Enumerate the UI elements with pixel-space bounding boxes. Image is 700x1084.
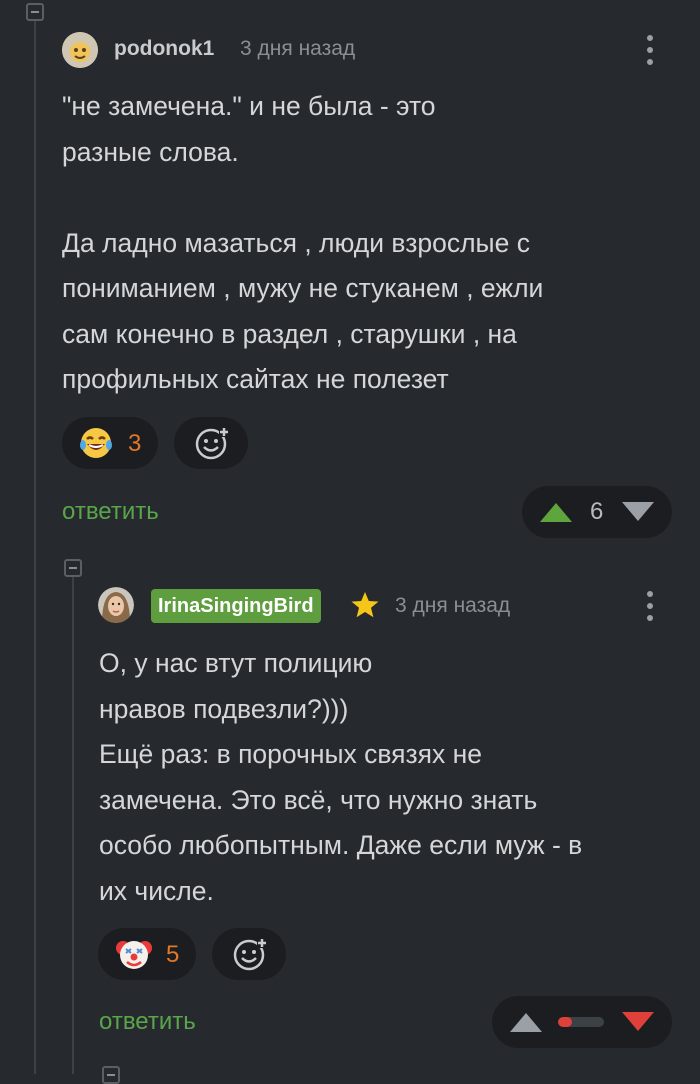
- comment-text: О, у нас втут полицию нравов подвезли?))…: [99, 648, 583, 906]
- upvote-icon[interactable]: [538, 500, 574, 524]
- username[interactable]: podonok1: [114, 37, 214, 61]
- reaction-count: 5: [166, 941, 180, 968]
- collapse-thread-button[interactable]: [26, 3, 44, 21]
- add-reaction-button[interactable]: [212, 928, 286, 980]
- reply-link[interactable]: ответить: [62, 498, 159, 526]
- collapse-thread-button[interactable]: [102, 1066, 120, 1084]
- reply-link[interactable]: ответить: [99, 1008, 196, 1036]
- avatar[interactable]: [62, 32, 98, 68]
- vote-box: [492, 996, 672, 1048]
- add-emoji-icon: [195, 427, 229, 460]
- username[interactable]: IrinaSingingBird: [151, 589, 321, 623]
- star-icon: [351, 592, 379, 618]
- downvote-icon[interactable]: [620, 1010, 656, 1034]
- rating-bar: [558, 1017, 604, 1027]
- add-reaction-button[interactable]: [174, 417, 248, 469]
- comment-time[interactable]: 3 дня назад: [240, 37, 355, 61]
- downvote-icon[interactable]: [620, 500, 656, 524]
- avatar-image: [98, 587, 134, 623]
- clown-emoji: [116, 941, 152, 969]
- comment-time[interactable]: 3 дня назад: [395, 594, 510, 618]
- collapse-thread-button[interactable]: [64, 559, 82, 577]
- laughing-tears-emoji: [80, 428, 112, 458]
- more-options-icon[interactable]: [640, 32, 660, 68]
- add-emoji-icon: [233, 938, 267, 971]
- reaction-button[interactable]: 3: [62, 417, 158, 469]
- thread-line-reply: [72, 576, 74, 1074]
- rating-bar-fill: [558, 1017, 572, 1027]
- more-options-icon[interactable]: [640, 588, 660, 624]
- comment-text: "не замечена." и не была - это разные сл…: [62, 91, 544, 394]
- reaction-count: 3: [128, 430, 142, 457]
- vote-count: 6: [590, 498, 604, 525]
- avatar-image: [62, 32, 98, 68]
- avatar[interactable]: [98, 587, 134, 623]
- reaction-button[interactable]: 5: [98, 928, 196, 980]
- thread-line-root: [34, 20, 36, 1074]
- upvote-icon[interactable]: [508, 1010, 544, 1034]
- vote-box: 6: [522, 486, 672, 538]
